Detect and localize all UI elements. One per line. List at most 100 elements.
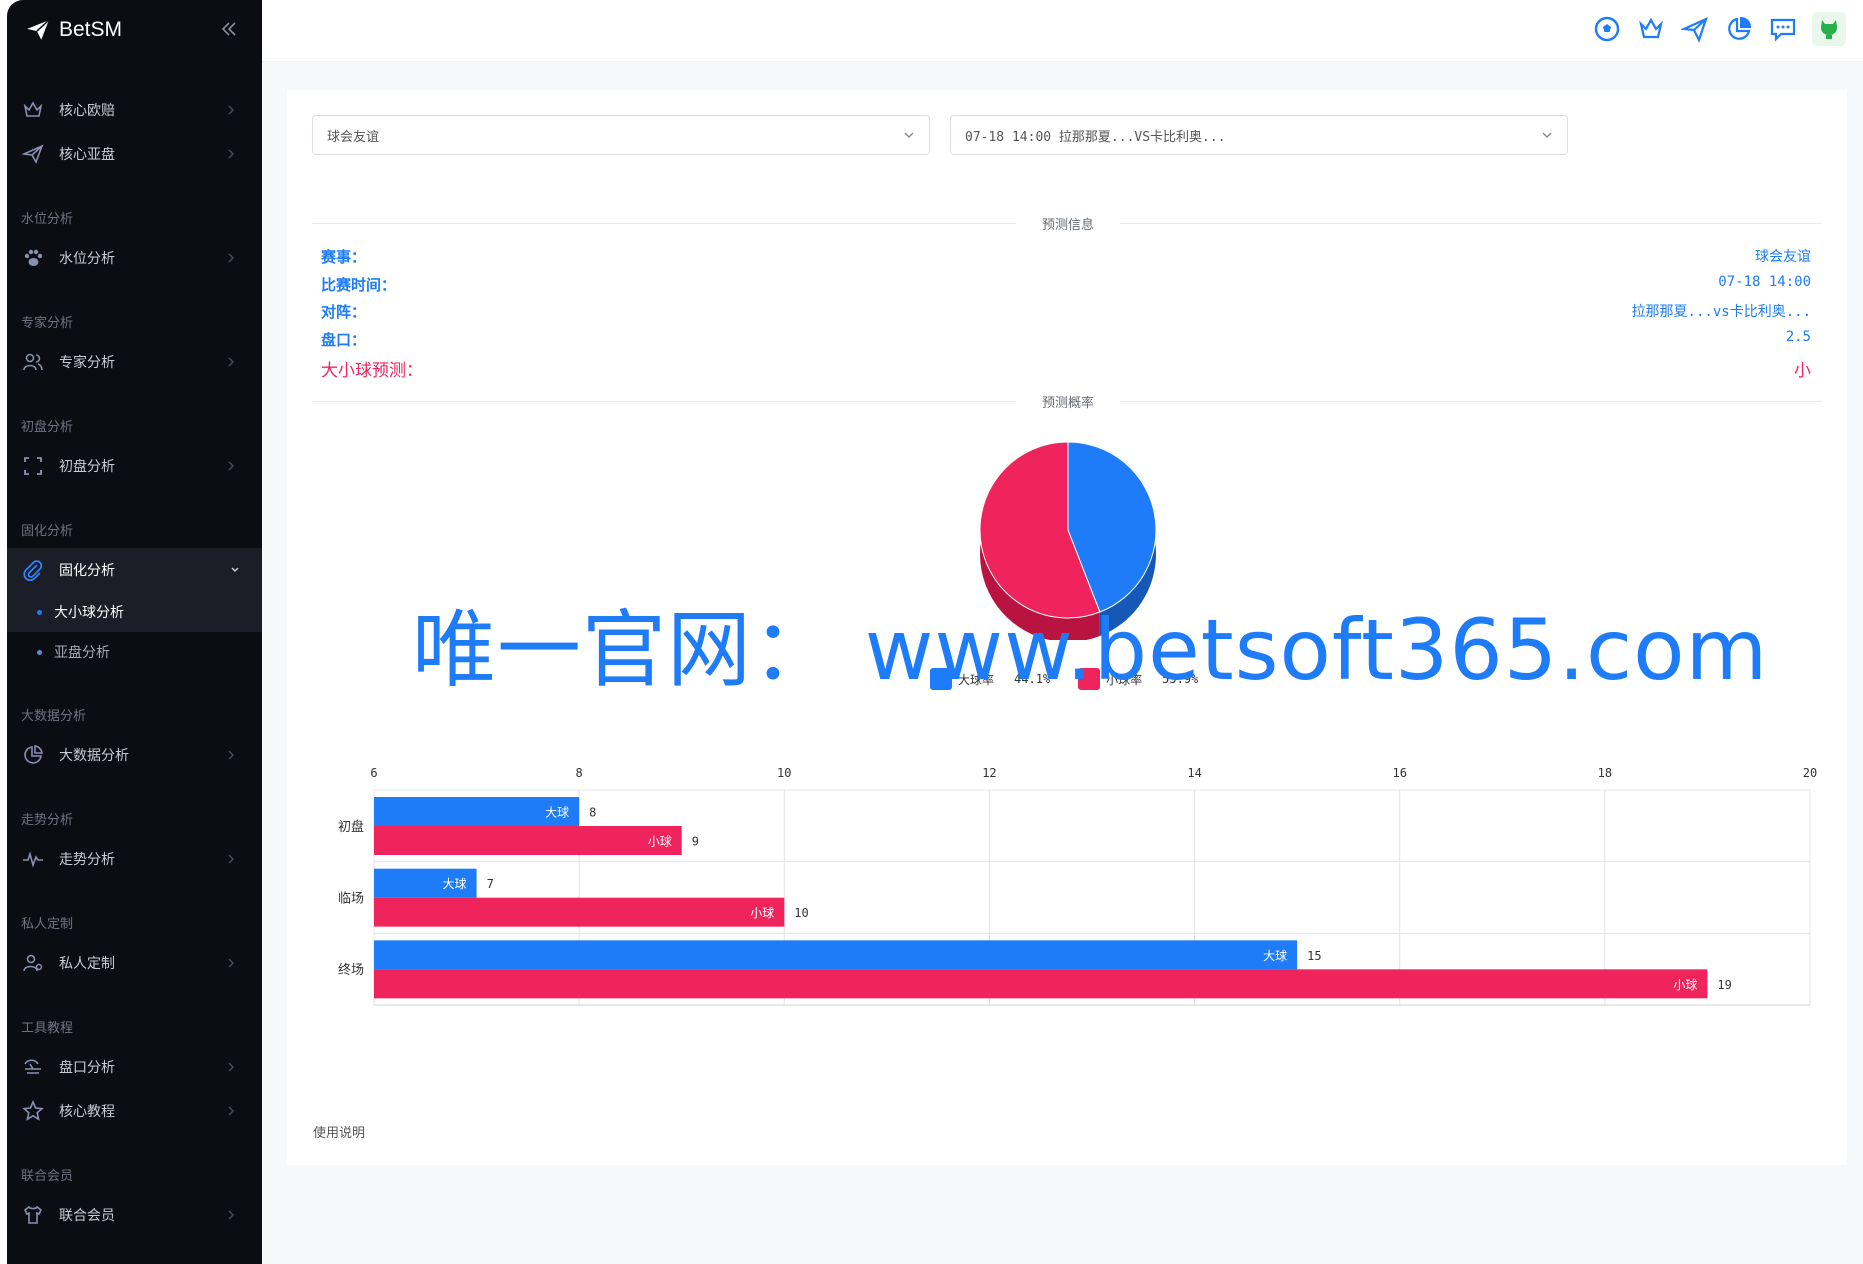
usage-instructions-link[interactable]: 使用说明 <box>313 1122 365 1141</box>
chevron-right-icon <box>228 854 234 864</box>
bar-small <box>374 969 1708 999</box>
bar-value-label: 10 <box>794 906 808 920</box>
bullet-dot-icon <box>37 649 42 655</box>
sidebar-item-trend[interactable]: 走势分析 <box>7 837 262 881</box>
sidebar-item-water[interactable]: 水位分析 <box>7 236 262 280</box>
crown-icon[interactable] <box>1636 14 1666 44</box>
sidebar-item-label: 初盘分析 <box>59 459 115 475</box>
pie-chart-icon[interactable] <box>1724 14 1754 44</box>
section-title-prob: 预测概率 <box>1016 392 1121 411</box>
sidebar-item-tutorial[interactable]: 核心教程 <box>7 1089 262 1133</box>
bar-small <box>374 897 785 927</box>
x-tick-label: 18 <box>1598 766 1612 780</box>
y-category-label: 临场 <box>338 892 364 907</box>
sidebar-item-label: 私人定制 <box>59 956 115 972</box>
info-match-value: 拉那那夏...vs卡比利奥... <box>1631 304 1811 320</box>
chevron-right-icon <box>228 149 234 159</box>
bar-series-label: 小球 <box>1673 978 1697 992</box>
sidebar-item-label: 核心教程 <box>59 1104 115 1120</box>
chevron-right-icon <box>228 357 234 367</box>
chevron-down-icon <box>904 132 914 138</box>
y-category-label: 终场 <box>338 962 364 978</box>
shirt-icon <box>21 1203 45 1227</box>
paw-icon <box>21 246 45 270</box>
crown-icon <box>21 98 45 122</box>
chevron-right-icon <box>228 958 234 968</box>
bar-small <box>374 826 682 855</box>
sidebar-item-opening[interactable]: 初盘分析 <box>7 444 262 488</box>
ou-bar-chart: 6 8 10 12 14 16 18 20初盘大球 8小球 9临场大球 7小球 10终场大球 15小球 1… <box>338 766 1817 1006</box>
bar-value-label: 15 <box>1307 949 1321 963</box>
bar-series-label: 大球 <box>545 806 569 820</box>
match-select-value: 07-18 14:00 拉那那夏...VS卡比利奥... <box>965 129 1226 145</box>
bar-value-label: 8 <box>589 806 596 820</box>
bullet-dot-icon <box>37 609 42 615</box>
info-line-label: 盘口： <box>321 331 367 349</box>
sidebar-item-core-asian[interactable]: 核心亚盘 <box>7 132 262 176</box>
sidebar-item-solidify[interactable]: 固化分析 <box>7 548 262 592</box>
bar-series-label: 大球 <box>1263 949 1287 963</box>
sidebar-item-label: 固化分析 <box>59 563 115 579</box>
github-icon[interactable] <box>1812 12 1846 46</box>
paper-plane-icon <box>21 142 45 166</box>
user-gear-icon <box>21 951 45 975</box>
group-title-solidify: 固化分析 <box>21 524 74 539</box>
pulse-icon <box>21 847 45 871</box>
x-tick-label: 10 <box>777 766 791 780</box>
sidebar-item-union[interactable]: 联合会员 <box>7 1193 262 1237</box>
sidebar-item-expert[interactable]: 专家分析 <box>7 340 262 384</box>
sidebar-item-label: 盘口分析 <box>59 1060 115 1076</box>
x-tick-label: 14 <box>1187 766 1201 780</box>
group-title-bigdata: 大数据分析 <box>21 709 87 724</box>
sidebar-item-label: 核心亚盘 <box>59 147 115 163</box>
sidebar-item-core-odds[interactable]: 核心欧赔 <box>7 88 262 132</box>
collapse-sidebar-icon[interactable] <box>218 18 240 40</box>
y-category-label: 初盘 <box>338 819 364 835</box>
sidebar-item-handicap[interactable]: 盘口分析 <box>7 1045 262 1089</box>
sidebar-item-label: 水位分析 <box>59 251 115 267</box>
sidebar-item-label: 大数据分析 <box>59 748 129 764</box>
chevron-right-icon <box>228 461 234 471</box>
match-select[interactable]: 07-18 14:00 拉那那夏...VS卡比利奥... <box>950 115 1568 155</box>
league-select[interactable]: 球会友谊 <box>312 115 930 155</box>
info-line-value: 2.5 <box>1785 329 1811 345</box>
group-title-water: 水位分析 <box>21 212 74 227</box>
sidebar-item-label: 专家分析 <box>59 355 115 371</box>
x-tick-label: 12 <box>982 766 996 780</box>
paper-plane-icon[interactable] <box>1680 14 1710 44</box>
bar-series-label: 小球 <box>648 835 672 849</box>
section-title-info: 预测信息 <box>1016 214 1121 233</box>
bar-series-label: 小球 <box>750 906 774 920</box>
subitem-label: 亚盘分析 <box>54 645 110 661</box>
sidebar-item-custom[interactable]: 私人定制 <box>7 941 262 985</box>
sidebar-item-bigdata[interactable]: 大数据分析 <box>7 733 262 777</box>
chevron-down-icon <box>1542 132 1552 138</box>
chat-icon[interactable] <box>1768 14 1798 44</box>
paperclip-icon <box>21 558 45 582</box>
group-title-trend: 走势分析 <box>21 813 74 828</box>
x-tick-label: 20 <box>1803 766 1817 780</box>
sidebar-item-label: 走势分析 <box>59 852 115 868</box>
group-title-union: 联合会员 <box>21 1169 74 1184</box>
subitem-label: 大小球分析 <box>54 605 124 621</box>
top-bar <box>262 0 1863 62</box>
soccer-ball-icon[interactable] <box>1592 14 1622 44</box>
app-name: BetSM <box>59 18 123 41</box>
watermark-text: 唯一官网： www.betsoft365.com <box>412 601 1769 699</box>
sidebar-subitem-asian[interactable]: 亚盘分析 <box>7 632 262 672</box>
chevron-right-icon <box>228 1062 234 1072</box>
pie-chart-icon <box>21 743 45 767</box>
sidebar-subitem-ou[interactable]: 大小球分析 <box>7 592 262 632</box>
info-prediction-value: 小 <box>1794 361 1811 381</box>
sidebar-item-label: 核心欧赔 <box>59 103 115 119</box>
chevron-right-icon <box>228 253 234 263</box>
info-prediction-label: 大小球预测： <box>321 361 423 381</box>
group-title-expert: 专家分析 <box>21 316 74 331</box>
chevron-down-icon <box>231 567 239 573</box>
chevron-right-icon <box>228 105 234 115</box>
bar-series-label: 大球 <box>443 877 467 891</box>
chevron-right-icon <box>228 750 234 760</box>
x-tick-label: 16 <box>1392 766 1406 780</box>
info-time-label: 比赛时间： <box>321 276 397 294</box>
group-title-tools: 工具教程 <box>21 1021 74 1036</box>
